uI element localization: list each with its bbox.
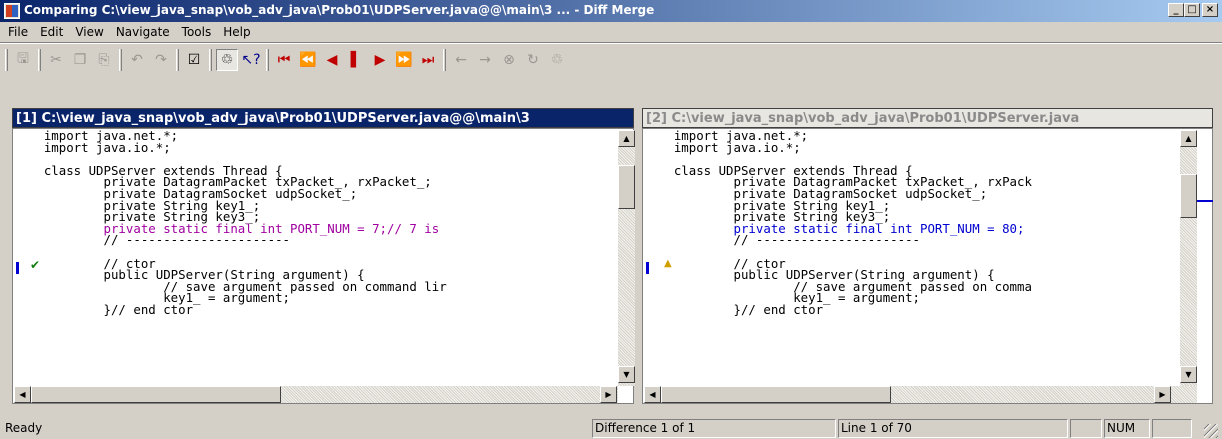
menu-edit[interactable]: Edit (34, 25, 69, 39)
first-diff-icon[interactable]: ⏮ (273, 49, 295, 71)
redo-icon[interactable]: ↷ (150, 49, 172, 71)
undo-icon[interactable]: ↶ (126, 49, 148, 71)
status-ready: Ready (5, 421, 43, 435)
left-code-line[interactable]: import java.io.*; (14, 141, 592, 154)
help-icon[interactable]: ↖? (240, 49, 262, 71)
delete-icon[interactable]: ⊗ (498, 49, 520, 71)
scroll-down-button[interactable]: ▼ (618, 366, 635, 383)
menu-help[interactable]: Help (217, 25, 256, 39)
next-change-icon[interactable]: ⏩ (393, 49, 415, 71)
merge-icon[interactable]: ♲ (216, 49, 238, 71)
left-vertical-scrollbar[interactable]: ▲ ▼ (618, 130, 635, 386)
right-vertical-scrollbar[interactable]: ▲ ▼ (1180, 130, 1197, 386)
menu-tools[interactable]: Tools (176, 25, 218, 39)
prev-diff-icon[interactable]: ◀ (321, 49, 343, 71)
toolbar-separator (176, 49, 179, 71)
connector-line (1197, 200, 1213, 202)
right-code-line[interactable]: }// end ctor (644, 303, 1172, 316)
check-icon: ✔ (30, 258, 41, 272)
paste-icon[interactable]: ⎘ (93, 49, 115, 71)
left-pane-header[interactable]: [1] C:\view_java_snap\vob_adv_java\Prob0… (12, 108, 634, 128)
scroll-down-button[interactable]: ▼ (1180, 366, 1197, 383)
scroll-up-button[interactable]: ▲ (1180, 130, 1197, 147)
scroll-left-button[interactable]: ◀ (644, 386, 661, 403)
toolbar-separator (119, 49, 122, 71)
right-code-line[interactable]: import java.io.*; (644, 141, 1172, 154)
right-code-view[interactable]: import java.net.*; import java.io.*; cla… (644, 130, 1172, 384)
window-title: Comparing C:\view_java_snap\vob_adv_java… (24, 3, 655, 17)
left-horizontal-scrollbar[interactable]: ◀ ▶ (14, 386, 618, 403)
left-code-view[interactable]: import java.net.*; import java.io.*; cla… (14, 130, 592, 384)
status-empty (1070, 419, 1102, 438)
close-button[interactable]: × (1202, 3, 1218, 17)
toolbar-separator (38, 49, 41, 71)
status-extra (1152, 419, 1192, 438)
minimize-button[interactable]: _ (1168, 3, 1184, 17)
scroll-right-button[interactable]: ▶ (600, 386, 617, 403)
right-diff-marker (646, 262, 649, 274)
warning-icon: ▲ (664, 258, 672, 269)
scroll-right-button[interactable]: ▶ (1154, 386, 1171, 403)
menu-bar: File Edit View Navigate Tools Help (0, 22, 1222, 42)
save-icon[interactable]: 🖫 (12, 49, 34, 71)
scroll-thumb[interactable] (661, 386, 891, 403)
resize-grip-icon[interactable] (1204, 424, 1218, 438)
left-code-line[interactable]: // ---------------------- (14, 234, 592, 246)
status-num: NUM (1104, 419, 1150, 438)
scroll-left-button[interactable]: ◀ (14, 386, 31, 403)
diff-merge-window: Comparing C:\view_java_snap\vob_adv_java… (0, 0, 1222, 439)
app-icon[interactable] (4, 3, 20, 19)
next-diff-icon[interactable]: ▶ (369, 49, 391, 71)
toolbar-grip[interactable] (5, 49, 8, 71)
window-controls: _ □ × (1168, 3, 1218, 17)
last-diff-icon[interactable]: ⏭ (417, 49, 439, 71)
menu-navigate[interactable]: Navigate (110, 25, 176, 39)
arrow-left-icon[interactable]: ← (450, 49, 472, 71)
menu-view[interactable]: View (69, 25, 109, 39)
toolbar-separator (266, 49, 269, 71)
merge-tool-icon[interactable]: ♲ (546, 49, 568, 71)
toolbar-separator (209, 49, 212, 71)
scroll-thumb[interactable] (618, 165, 635, 209)
properties-icon[interactable]: ☑ (183, 49, 205, 71)
toolbar: 🖫 ✂ ❐ ⎘ ↶ ↷ ☑ ♲ ↖? ⏮ ⏪ ◀ ▌ ▶ ⏩ ⏭ ← → ⊗ ↻… (2, 46, 569, 74)
status-difference: Difference 1 of 1 (592, 419, 836, 438)
right-horizontal-scrollbar[interactable]: ◀ ▶ (644, 386, 1197, 403)
toolbar-divider (0, 42, 1222, 44)
scroll-thumb[interactable] (1180, 174, 1197, 218)
status-line: Line 1 of 70 (838, 419, 1068, 438)
refresh-icon[interactable]: ↻ (522, 49, 544, 71)
scroll-thumb[interactable] (31, 386, 281, 403)
scroll-up-button[interactable]: ▲ (618, 130, 635, 147)
cut-icon[interactable]: ✂ (45, 49, 67, 71)
toolbar-separator (443, 49, 446, 71)
left-diff-marker (16, 262, 19, 274)
right-code-line[interactable]: // ---------------------- (644, 234, 1172, 246)
right-pane-header[interactable]: [2] C:\view_java_snap\vob_adv_java\Prob0… (642, 108, 1213, 128)
current-diff-icon[interactable]: ▌ (345, 49, 367, 71)
maximize-button[interactable]: □ (1184, 3, 1200, 17)
left-code-line[interactable]: }// end ctor (14, 303, 592, 316)
arrow-right-icon[interactable]: → (474, 49, 496, 71)
prev-change-icon[interactable]: ⏪ (297, 49, 319, 71)
copy-icon[interactable]: ❐ (69, 49, 91, 71)
title-bar[interactable]: Comparing C:\view_java_snap\vob_adv_java… (0, 0, 1222, 22)
menu-file[interactable]: File (2, 25, 34, 39)
